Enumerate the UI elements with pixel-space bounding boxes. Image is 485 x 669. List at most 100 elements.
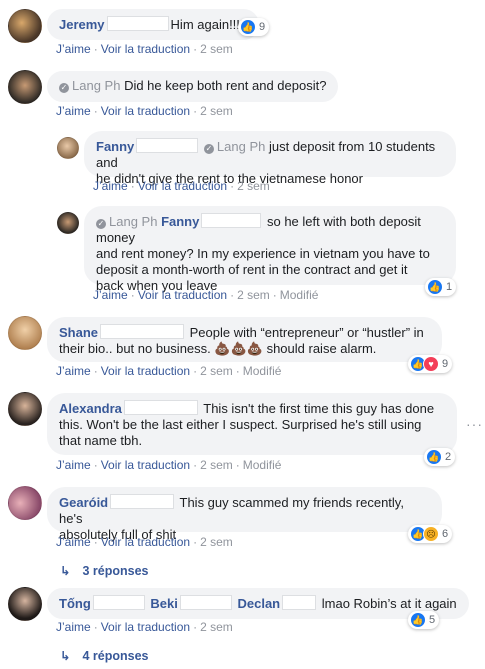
- redacted-name: [106, 16, 169, 31]
- author-name[interactable]: Shane: [59, 325, 98, 340]
- comment-text: Him again!!!!!: [170, 17, 248, 32]
- comment-actions: J’aime · Voir la traduction · 2 sem: [56, 104, 233, 118]
- more-options-icon[interactable]: ···: [466, 416, 483, 432]
- timestamp[interactable]: 2 sem: [200, 104, 233, 118]
- comment-actions: J’aime · Voir la traduction · 2 sem: [93, 179, 270, 193]
- view-replies-link[interactable]: ↳ 4 réponses: [60, 648, 149, 663]
- like-link[interactable]: J’aime: [93, 179, 128, 193]
- tagged-name[interactable]: Declan: [237, 596, 280, 611]
- translate-link[interactable]: Voir la traduction: [138, 288, 227, 302]
- avatar[interactable]: [8, 587, 42, 621]
- redacted-name: [100, 324, 185, 339]
- comment-text: this. Won't be the last either I suspect…: [59, 417, 422, 432]
- comment-bubble: ✓ Lang Ph Did he keep both rent and depos…: [47, 71, 339, 102]
- like-icon: 👍: [426, 449, 442, 465]
- reaction-summary[interactable]: 👍 2: [424, 448, 456, 466]
- translate-link[interactable]: Voir la traduction: [101, 535, 190, 549]
- avatar[interactable]: [57, 137, 79, 159]
- reply-arrow-icon: ↳: [60, 564, 71, 578]
- redacted-name: [123, 400, 198, 415]
- comment-bubble: Fanny ✓ Lang Ph just deposit from 10 stud…: [84, 131, 456, 186]
- timestamp[interactable]: 2 sem: [200, 364, 233, 378]
- timestamp[interactable]: 2 sem: [200, 458, 233, 472]
- like-link[interactable]: J’aime: [56, 364, 91, 378]
- author-name[interactable]: Gearóid: [59, 495, 108, 510]
- comment-text: their bio.. but no business.: [59, 341, 211, 356]
- comment-text: This isn't the first time this guy has d…: [203, 401, 435, 416]
- avatar[interactable]: [8, 486, 42, 520]
- like-icon: 👍: [410, 612, 426, 628]
- author-name[interactable]: Tống: [59, 596, 91, 611]
- avatar[interactable]: [8, 316, 42, 350]
- reaction-summary[interactable]: 👍 ♥ 9: [408, 355, 453, 373]
- translate-link[interactable]: Voir la traduction: [101, 458, 190, 472]
- comment-actions: J’aime · Voir la traduction · 2 sem: [56, 620, 233, 634]
- redacted-name: [92, 595, 145, 610]
- comment-text: People with “entrepreneur” or “hustler” …: [189, 325, 424, 340]
- redacted-name: [179, 595, 232, 610]
- reaction-count: 5: [429, 614, 436, 626]
- tagged-name: ✓ Lang Ph: [203, 139, 266, 154]
- timestamp[interactable]: 2 sem: [237, 288, 270, 302]
- redacted-name: [110, 494, 175, 509]
- avatar[interactable]: [8, 392, 42, 426]
- author-name[interactable]: Fanny: [161, 214, 199, 229]
- comment-text: that name tbh.: [59, 433, 143, 448]
- timestamp[interactable]: 2 sem: [200, 42, 233, 56]
- translate-link[interactable]: Voir la traduction: [101, 42, 190, 56]
- gray-tag-icon: ✓: [59, 83, 69, 93]
- like-link[interactable]: J’aime: [56, 42, 91, 56]
- timestamp[interactable]: 2 sem: [200, 535, 233, 549]
- like-link[interactable]: J’aime: [56, 104, 91, 118]
- like-link[interactable]: J’aime: [56, 535, 91, 549]
- redacted-name: [201, 213, 262, 228]
- timestamp[interactable]: 2 sem: [200, 620, 233, 634]
- edited-label[interactable]: Modifié: [243, 364, 282, 378]
- tagged-name[interactable]: Beki: [150, 596, 177, 611]
- reaction-count: 6: [442, 528, 449, 540]
- reaction-summary[interactable]: 👍 5: [408, 611, 440, 629]
- redacted-name: [282, 595, 317, 610]
- edited-label[interactable]: Modifié: [243, 458, 282, 472]
- like-icon: 👍: [240, 19, 256, 35]
- avatar[interactable]: [57, 212, 79, 234]
- like-icon: 👍: [427, 279, 443, 295]
- comment-bubble: Tống Beki Declan lmao Robin’s at it agai…: [47, 588, 469, 619]
- sad-icon: ☹: [423, 526, 439, 542]
- translate-link[interactable]: Voir la traduction: [101, 620, 190, 634]
- avatar[interactable]: [8, 9, 42, 43]
- comment-bubble: Gearóid This guy scammed my friends rece…: [47, 487, 442, 542]
- gray-tag-icon: ✓: [203, 144, 214, 154]
- poop-emoji: 💩💩💩: [214, 341, 263, 356]
- edited-label[interactable]: Modifié: [280, 288, 319, 302]
- comment-actions: J’aime · Voir la traduction · 2 sem: [56, 535, 233, 549]
- comment-actions: J’aime · Voir la traduction · 2 sem · Modifié: [56, 458, 282, 472]
- comment-text: Did he keep both rent and deposit?: [124, 78, 327, 93]
- tagged-name: ✓ Lang Ph: [59, 78, 121, 93]
- comment-actions: J’aime · Voir la traduction · 2 sem: [56, 42, 233, 56]
- comment-text: deposit a month-worth of rent in the con…: [96, 262, 408, 277]
- reaction-summary[interactable]: 👍 ☹ 6: [408, 525, 453, 543]
- reaction-summary[interactable]: 👍 9: [238, 18, 270, 36]
- comment-text: and rent money? In my experience in viet…: [96, 246, 430, 261]
- author-name[interactable]: Jeremy: [59, 17, 105, 32]
- like-link[interactable]: J’aime: [56, 620, 91, 634]
- author-name[interactable]: Alexandra: [59, 401, 122, 416]
- translate-link[interactable]: Voir la traduction: [101, 364, 190, 378]
- translate-link[interactable]: Voir la traduction: [138, 179, 227, 193]
- reaction-count: 1: [446, 281, 453, 293]
- timestamp[interactable]: 2 sem: [237, 179, 270, 193]
- gray-tag-icon: ✓: [96, 219, 106, 229]
- tagged-name: ✓ Lang Ph: [96, 214, 158, 229]
- avatar[interactable]: [8, 70, 42, 104]
- comment-bubble: ✓ Lang Ph Fanny so he left with both depo…: [84, 206, 456, 293]
- comment-actions: J’aime · Voir la traduction · 2 sem · Modifié: [56, 364, 282, 378]
- like-link[interactable]: J’aime: [93, 288, 128, 302]
- reaction-summary[interactable]: 👍 1: [425, 278, 457, 296]
- translate-link[interactable]: Voir la traduction: [101, 104, 190, 118]
- love-icon: ♥: [423, 356, 439, 372]
- view-replies-link[interactable]: ↳ 3 réponses: [60, 563, 149, 578]
- like-link[interactable]: J’aime: [56, 458, 91, 472]
- reaction-count: 2: [445, 451, 452, 463]
- author-name[interactable]: Fanny: [96, 139, 134, 154]
